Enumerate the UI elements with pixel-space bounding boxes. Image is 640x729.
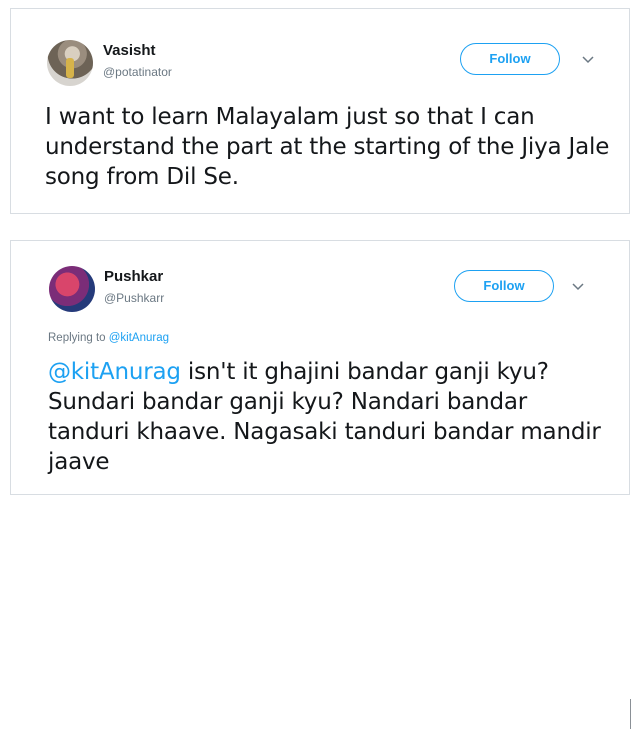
follow-button[interactable]: Follow [460,43,560,75]
avatar[interactable] [47,40,93,86]
tweet-text: @kitAnurag isn't it ghajini bandar ganji… [48,357,608,477]
user-handle[interactable]: @Pushkarr [104,291,164,305]
tweet-card: Pushkar @Pushkarr Follow Replying to @ki… [10,240,631,729]
avatar[interactable] [49,266,95,312]
user-handle[interactable]: @potatinator [103,65,172,79]
replying-to: Replying to @kitAnurag [48,332,169,344]
user-name[interactable]: Pushkar [104,268,163,285]
replying-prefix: Replying to [48,332,109,344]
tweet-text: I want to learn Malayalam just so that I… [45,104,610,190]
tweet-card: Vasisht @potatinator Follow I want to le… [10,8,630,214]
mention-link[interactable]: @kitAnurag [48,359,181,385]
side-divider [630,699,631,729]
chevron-down-icon[interactable] [582,56,594,64]
chevron-down-icon[interactable] [572,283,584,291]
replying-mention-link[interactable]: @kitAnurag [109,332,169,344]
user-name[interactable]: Vasisht [103,42,156,59]
follow-button[interactable]: Follow [454,270,554,302]
avatar-figure [66,58,74,78]
